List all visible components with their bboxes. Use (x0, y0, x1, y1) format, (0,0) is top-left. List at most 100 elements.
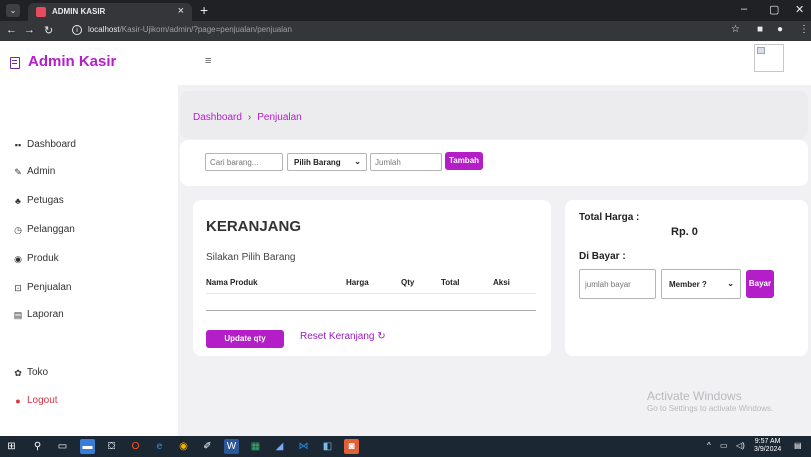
update-qty-button[interactable]: Update qty (206, 330, 284, 348)
logout-icon: ● (15, 396, 21, 406)
pay-button[interactable]: Bayar (746, 270, 774, 298)
volume-icon[interactable]: ◁) (736, 441, 745, 450)
browser-tab-bar: ⌄ ADMIN KASIR × + – ▢ ✕ (0, 0, 811, 21)
url-text: localhost/Kasir-Ujikom/admin/?page=penju… (88, 25, 292, 34)
member-select-value: Member ? (669, 280, 707, 289)
sidebar-item-pelanggan[interactable]: ◷ Pelanggan (0, 223, 178, 241)
sidebar-item-petugas[interactable]: ♣ Petugas (0, 194, 178, 212)
windows-start-icon[interactable]: ⊞ (4, 439, 19, 454)
menu-toggle-icon[interactable]: ≡ (205, 55, 211, 67)
top-bar: ≡ (178, 41, 811, 85)
clock-date: 3/9/2024 (754, 446, 782, 453)
dashboard-icon: ▪▪ (14, 140, 22, 150)
chevron-down-icon: ⌄ (354, 157, 361, 166)
cart-title: KERANJANG (206, 218, 302, 235)
vscode-icon[interactable]: ⋈ (296, 439, 311, 454)
total-value: Rp. 0 (671, 226, 698, 238)
app-icon[interactable]: ◧ (320, 439, 335, 454)
column-header-total: Total (441, 278, 460, 287)
breadcrumb: Dashboard › Penjualan (193, 112, 302, 123)
cart-icon: ⊡ (14, 283, 22, 293)
add-button[interactable]: Tambah (445, 152, 483, 170)
new-tab-button[interactable]: + (200, 2, 208, 18)
breadcrumb-current: Penjualan (257, 112, 302, 123)
search-card: Cari barang... Pilih Barang ⌄ Jumlah Tam… (180, 140, 808, 186)
column-header-qty: Qty (401, 278, 415, 287)
spreadsheet-icon[interactable]: ▦ (248, 439, 263, 454)
url-field[interactable]: i localhost/Kasir-Ujikom/admin/?page=pen… (72, 23, 672, 39)
users-icon: ♣ (15, 196, 21, 206)
profile-icon[interactable]: ● (777, 24, 783, 35)
store-icon[interactable]: ⛋ (104, 439, 119, 454)
notifications-icon[interactable]: ▤ (794, 441, 802, 450)
table-divider (206, 293, 536, 294)
member-select[interactable]: Member ? ⌄ (661, 269, 741, 299)
tab-title: ADMIN KASIR (52, 7, 106, 16)
back-arrow-icon[interactable]: ← (6, 24, 17, 36)
column-header-nama-produk: Nama Produk (206, 278, 258, 287)
edge-icon[interactable]: e (152, 439, 167, 454)
profile-image[interactable] (754, 44, 784, 72)
tray-chevron-icon[interactable]: ^ (707, 441, 711, 450)
sidebar-item-logout[interactable]: ● Logout (0, 394, 178, 412)
chrome-icon[interactable]: ◉ (176, 439, 191, 454)
sidebar: Admin Kasir ▪▪ Dashboard ✎ Admin ♣ Petug… (0, 41, 178, 436)
browser-menu-icon[interactable]: ⋮ (799, 24, 809, 35)
quantity-input[interactable]: Jumlah (370, 153, 442, 171)
browser-tab[interactable]: ADMIN KASIR × (28, 3, 192, 21)
task-view-icon[interactable]: ▭ (55, 439, 70, 454)
column-header-aksi: Aksi (493, 278, 510, 287)
broken-image-icon (757, 47, 765, 54)
battery-icon[interactable]: ▭ (720, 441, 728, 450)
brand-title: Admin Kasir (28, 53, 117, 70)
gear-icon: ✿ (14, 368, 22, 378)
bookmark-star-icon[interactable]: ☆ (731, 24, 740, 35)
product-select[interactable]: Pilih Barang ⌄ (287, 153, 367, 171)
breadcrumb-dashboard-link[interactable]: Dashboard (193, 112, 242, 123)
cart-empty-text: Silakan Pilih Barang (206, 252, 296, 263)
tab-favicon-icon (36, 7, 46, 17)
site-info-icon[interactable]: i (72, 25, 82, 35)
clock-icon: ◷ (14, 225, 22, 235)
tab-layout-icon[interactable]: ■ (757, 24, 763, 35)
brand[interactable]: Admin Kasir (0, 41, 178, 85)
sidebar-item-admin[interactable]: ✎ Admin (0, 165, 178, 183)
address-bar: ← → ↻ i localhost/Kasir-Ujikom/admin/?pa… (0, 21, 811, 41)
search-icon[interactable]: ⚲ (30, 439, 45, 454)
sidebar-item-label: Dashboard (27, 139, 76, 150)
close-window-button[interactable]: ✕ (795, 3, 804, 16)
sidebar-item-label: Laporan (27, 309, 64, 320)
column-header-harga: Harga (346, 278, 369, 287)
tool-icon[interactable]: ◢ (272, 439, 287, 454)
sidebar-item-label: Produk (27, 253, 59, 264)
tab-close-icon[interactable]: × (178, 5, 184, 17)
file-explorer-icon[interactable]: ▬ (80, 439, 95, 454)
sidebar-item-toko[interactable]: ✿ Toko (0, 366, 178, 384)
reset-cart-label: Reset Keranjang (300, 331, 375, 342)
search-input[interactable]: Cari barang... (205, 153, 283, 171)
restore-button[interactable]: ▢ (769, 3, 779, 16)
sidebar-item-label: Petugas (27, 195, 64, 206)
minimize-button[interactable]: – (741, 3, 747, 15)
sidebar-item-penjualan[interactable]: ⊡ Penjualan (0, 281, 178, 299)
reset-cart-link[interactable]: Reset Keranjang ↻ (300, 331, 386, 342)
sidebar-item-produk[interactable]: ◉ Produk (0, 252, 178, 270)
word-icon[interactable]: W (224, 439, 239, 454)
reload-icon[interactable]: ↻ (44, 24, 53, 37)
opera-icon[interactable]: O (128, 439, 143, 454)
forward-arrow-icon[interactable]: → (24, 24, 35, 36)
sidebar-item-dashboard[interactable]: ▪▪ Dashboard (0, 138, 178, 156)
activation-watermark-title: Activate Windows (647, 389, 742, 403)
reset-icon: ↻ (374, 331, 386, 342)
sidebar-item-laporan[interactable]: ▤ Laporan (0, 308, 178, 326)
xampp-icon[interactable]: ◙ (344, 439, 359, 454)
tab-search-button[interactable]: ⌄ (6, 4, 20, 17)
calculator-icon (10, 57, 20, 69)
taskbar-clock[interactable]: 9:57 AM 3/9/2024 (754, 438, 781, 454)
product-icon: ◉ (14, 254, 22, 264)
pay-label: Di Bayar : (579, 251, 626, 262)
product-select-value: Pilih Barang (294, 158, 341, 167)
pen-tool-icon[interactable]: ✐ (200, 439, 215, 454)
pay-amount-input[interactable]: jumlah bayar (579, 269, 656, 299)
table-bottom-line (206, 310, 536, 311)
